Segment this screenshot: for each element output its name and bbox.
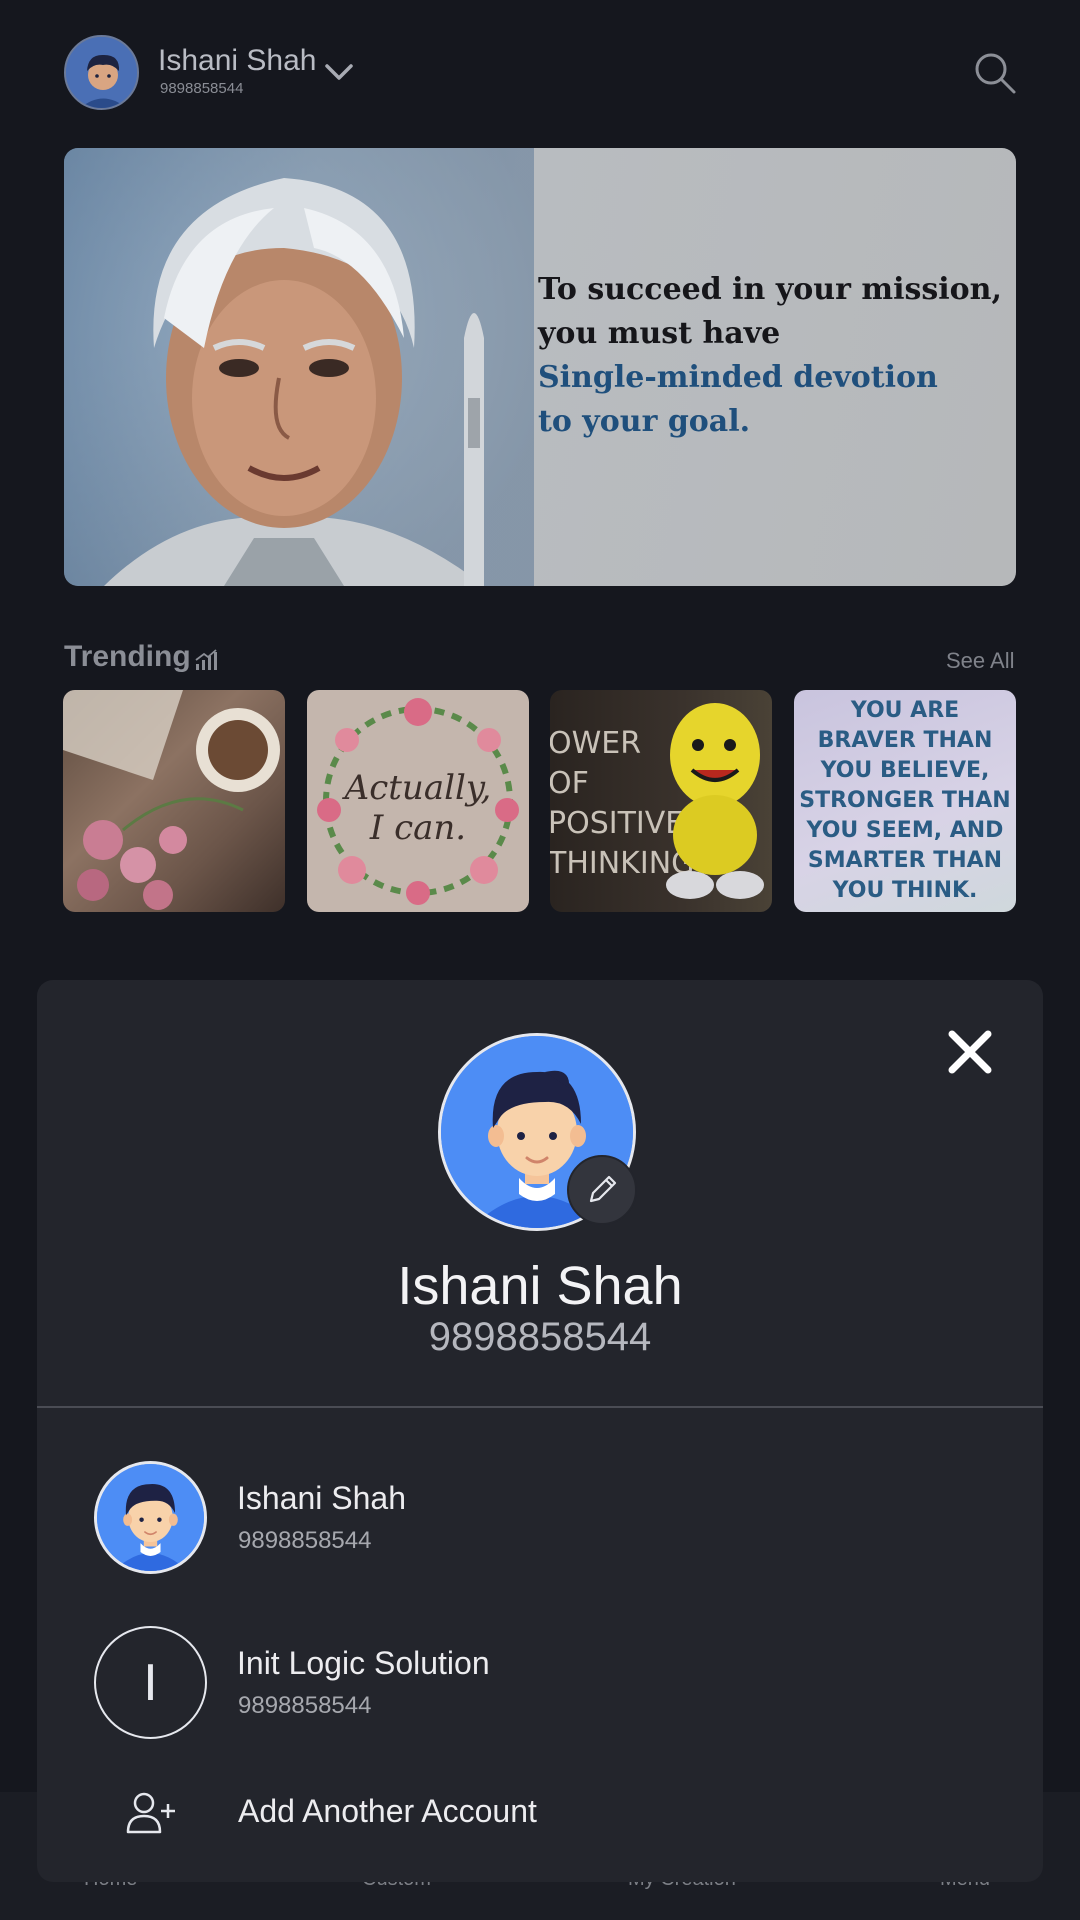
profile-avatar[interactable] (64, 35, 139, 110)
avatar-illustration-icon (66, 37, 137, 108)
trending-thumbnail[interactable]: OWER OF POSITIVE THINKING (550, 690, 772, 912)
search-icon[interactable] (972, 50, 1018, 96)
header-user-name[interactable]: Ishani Shah (158, 44, 316, 78)
banner-quote-highlight: Single-minded devotion (538, 360, 938, 395)
featured-quote-banner[interactable]: To succeed in your mission, you must hav… (64, 148, 1016, 586)
sheet-user-phone: 9898858544 (428, 1315, 652, 1359)
trending-thumbnail[interactable]: YOU ARE BRAVER THAN YOU BELIEVE, STRONGE… (794, 690, 1016, 912)
account-avatar[interactable] (94, 1461, 207, 1574)
trending-thumbnail[interactable]: Actually, I can. (307, 690, 529, 912)
thumbnail-text: Actually, I can. (307, 768, 529, 848)
thumbnail-text-line: BRAVER THAN (817, 728, 993, 753)
add-account-button[interactable]: Add Another Account (238, 1793, 537, 1830)
thumbnail-text-line: STRONGER THAN (799, 788, 1011, 813)
divider (37, 1406, 1043, 1408)
account-avatar-initial[interactable]: I (94, 1626, 207, 1739)
banner-quote: To succeed in your mission, you must hav… (538, 268, 1002, 444)
roses-and-coffee-image (63, 690, 280, 910)
account-name[interactable]: Init Logic Solution (237, 1645, 490, 1682)
add-user-icon[interactable] (124, 1790, 178, 1834)
sheet-user-name: Ishani Shah (397, 1256, 683, 1316)
banner-quote-highlight: to your goal. (538, 404, 751, 439)
thumbnail-text-line: YOU BELIEVE, (820, 758, 990, 783)
thumbnail-text-line: I can. (369, 808, 467, 848)
thumbnail-text-line: SMARTER THAN (807, 848, 1003, 873)
account-phone: 9898858544 (238, 1527, 372, 1554)
trending-chart-icon (195, 649, 217, 670)
trending-title: Trending (64, 640, 191, 673)
chevron-down-icon[interactable] (322, 58, 356, 84)
thumbnail-text-line: Actually, (344, 768, 492, 808)
banner-quote-line: you must have (538, 316, 781, 351)
account-name[interactable]: Ishani Shah (237, 1480, 406, 1517)
close-icon[interactable] (944, 1026, 996, 1078)
thumbnail-text-line: YOU SEEM, AND (806, 818, 1004, 843)
pencil-icon (589, 1175, 617, 1203)
thumbnail-text-line: YOU THINK. (832, 878, 978, 903)
portrait-illustration (64, 148, 534, 586)
account-phone: 9898858544 (238, 1692, 372, 1719)
smiley-toy-image (666, 703, 764, 899)
see-all-link[interactable]: See All (946, 648, 1015, 674)
trending-thumbnail[interactable] (63, 690, 285, 912)
banner-quote-line: To succeed in your mission, (538, 272, 1002, 307)
edit-profile-button[interactable] (567, 1155, 637, 1225)
thumbnail-text-line: YOU ARE (850, 698, 960, 723)
header-user-phone: 9898858544 (160, 80, 244, 97)
thumbnail-text: YOU ARE BRAVER THAN YOU BELIEVE, STRONGE… (794, 696, 1016, 906)
avatar-illustration-icon (97, 1464, 204, 1571)
